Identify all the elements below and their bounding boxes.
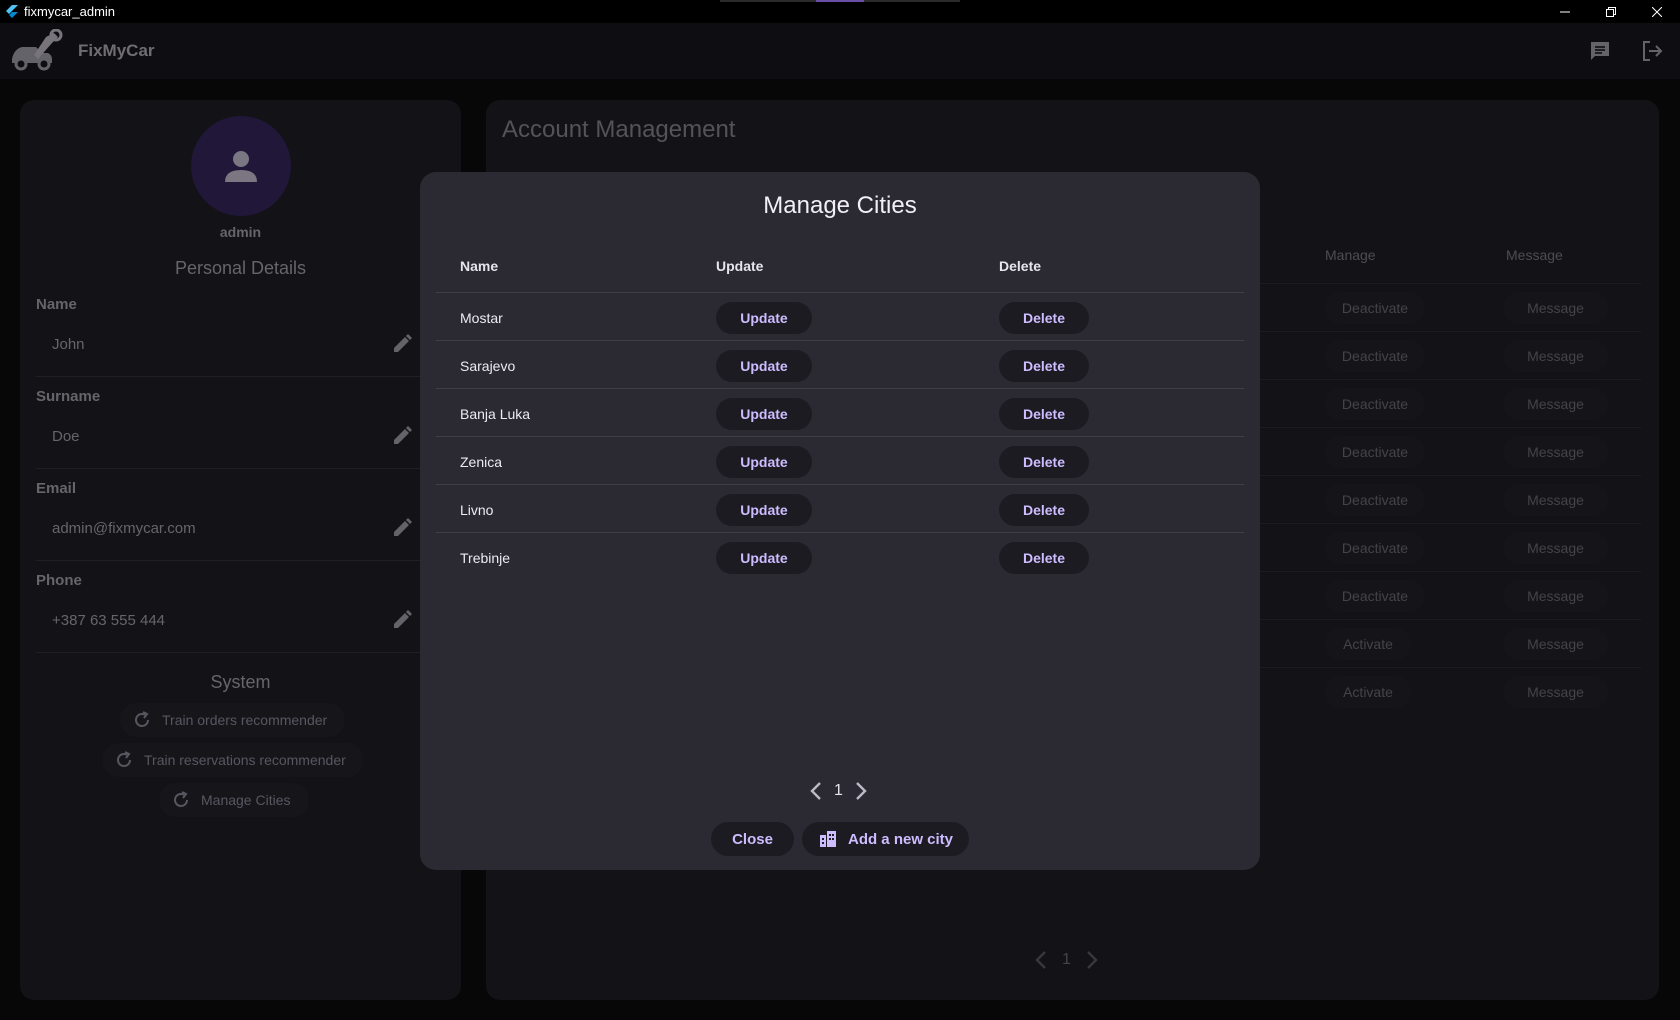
flutter-app-icon [6,4,18,18]
close-dialog-button[interactable]: Close [711,822,794,856]
minimize-button[interactable] [1542,0,1588,23]
restore-icon [1606,6,1616,17]
close-window-button[interactable] [1634,0,1680,23]
delete-column-header: Delete [999,258,1042,274]
delete-city-button[interactable]: Delete [999,446,1089,478]
row-divider [436,388,1244,389]
delete-city-button[interactable]: Delete [999,542,1089,574]
restore-button[interactable] [1588,0,1634,23]
city-buildings-icon [819,831,836,847]
close-dialog-label: Close [732,830,773,848]
city-name: Livno [460,502,494,518]
update-city-button[interactable]: Update [716,398,812,430]
add-city-label: Add a new city [847,830,954,848]
delete-city-button[interactable]: Delete [999,350,1089,382]
update-city-button[interactable]: Update [716,494,812,526]
dialog-title: Manage Cities [763,192,917,219]
add-city-button[interactable]: Add a new city [802,822,969,856]
city-name: Zenica [460,454,503,470]
chevron-right-icon[interactable] [853,780,869,802]
city-name: Banja Luka [460,406,531,422]
update-city-button[interactable]: Update [716,302,812,334]
delete-city-button[interactable]: Delete [999,302,1089,334]
update-city-button[interactable]: Update [716,446,812,478]
window-titlebar: fixmycar_admin [0,0,1680,23]
city-name: Trebinje [460,550,511,566]
update-city-button[interactable]: Update [716,542,812,574]
delete-city-button[interactable]: Delete [999,398,1089,430]
dialog-page-number: 1 [834,782,843,799]
chevron-left-icon[interactable] [808,780,824,802]
name-column-header: Name [460,258,499,274]
city-name: Sarajevo [460,358,516,374]
close-icon [1652,6,1662,17]
row-divider [436,340,1244,341]
delete-city-button[interactable]: Delete [999,494,1089,526]
dialog-pager: 1 [808,780,869,802]
minimize-icon [1560,11,1570,12]
manage-cities-dialog: Manage Cities Name Update Delete Mostar … [420,172,1260,870]
row-divider [436,436,1244,437]
update-city-button[interactable]: Update [716,350,812,382]
update-column-header: Update [716,258,764,274]
row-divider [436,484,1244,485]
header-divider [436,292,1244,293]
city-name: Mostar [460,310,503,326]
window-title: fixmycar_admin [24,4,116,19]
titlebar-accent [816,0,864,2]
row-divider [436,532,1244,533]
